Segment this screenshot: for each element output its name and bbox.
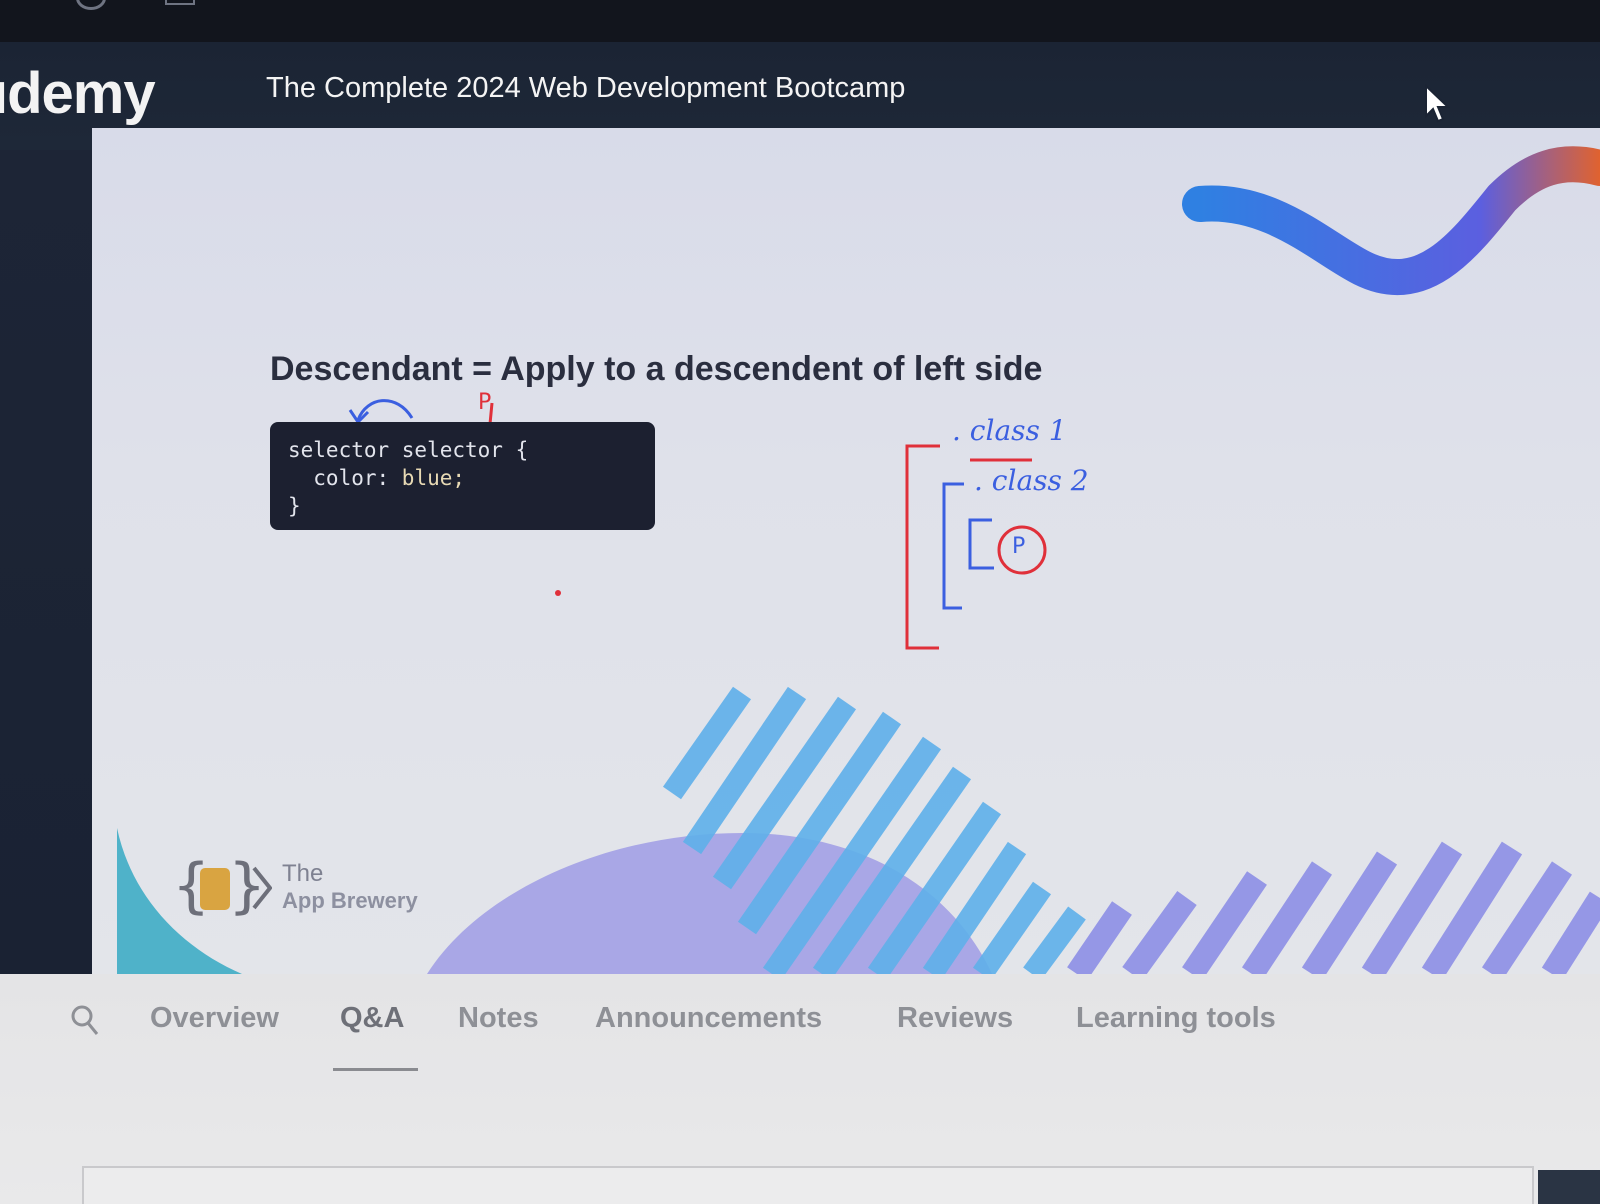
tab-content-panel[interactable]	[82, 1166, 1534, 1204]
code-snippet: selector selector { color: blue; }	[270, 422, 655, 530]
tab-learning-tools[interactable]: Learning tools	[1076, 1002, 1276, 1035]
pen-bracket-outer	[905, 444, 940, 650]
code-value: blue;	[401, 466, 466, 490]
tab-reviews[interactable]: Reviews	[897, 1002, 1013, 1035]
decorative-wave	[1182, 146, 1600, 296]
pen-annotation-p: P	[478, 390, 492, 415]
lecture-slide[interactable]: Descendant = Apply to a descendent of le…	[92, 128, 1600, 974]
tab-announcements[interactable]: Announcements	[595, 1002, 822, 1035]
window-control-icon[interactable]	[165, 0, 195, 5]
mouse-pointer-icon	[1425, 84, 1451, 123]
svg-text:{: {	[172, 851, 210, 920]
slide-heading: Descendant = Apply to a descendent of le…	[270, 350, 1043, 388]
code-line-1: selector selector {	[288, 438, 529, 462]
brand-name: App Brewery	[282, 888, 418, 913]
pen-annotation-class2: . class 2	[974, 464, 1089, 497]
active-tab-underline	[333, 1068, 418, 1071]
pen-arrow	[356, 399, 414, 421]
pen-annotation-p-circle: P	[1012, 534, 1026, 559]
circle-control-icon[interactable]	[76, 0, 106, 10]
tab-qa[interactable]: Q&A	[340, 1002, 404, 1035]
code-line-2: color: blue;	[288, 464, 637, 492]
corner-element	[1538, 1170, 1600, 1204]
svg-text:}: }	[228, 851, 266, 920]
app-brewery-brand: { } The App Brewery	[172, 850, 418, 925]
slide-decoration	[117, 146, 1600, 974]
tab-notes[interactable]: Notes	[458, 1002, 539, 1035]
search-icon[interactable]	[70, 1004, 100, 1038]
course-title[interactable]: The Complete 2024 Web Development Bootca…	[266, 72, 905, 105]
browser-top-strip	[0, 0, 1600, 42]
pen-bracket-small	[968, 518, 994, 570]
course-tab-bar: Overview Q&A Notes Announcements Reviews…	[0, 974, 1600, 1204]
curly-braces-logo-icon: { }	[172, 851, 273, 921]
udemy-logo[interactable]: ıdemy	[0, 60, 156, 127]
code-property: color:	[288, 466, 402, 490]
tab-overview[interactable]: Overview	[150, 1002, 279, 1035]
pen-bracket-inner	[942, 482, 964, 610]
left-rail	[0, 150, 95, 980]
pen-annotation-class1: . class 1	[952, 414, 1067, 447]
brand-the: The	[282, 860, 324, 887]
code-line-3: }	[288, 494, 301, 518]
decorative-stripes-right	[1067, 841, 1600, 974]
